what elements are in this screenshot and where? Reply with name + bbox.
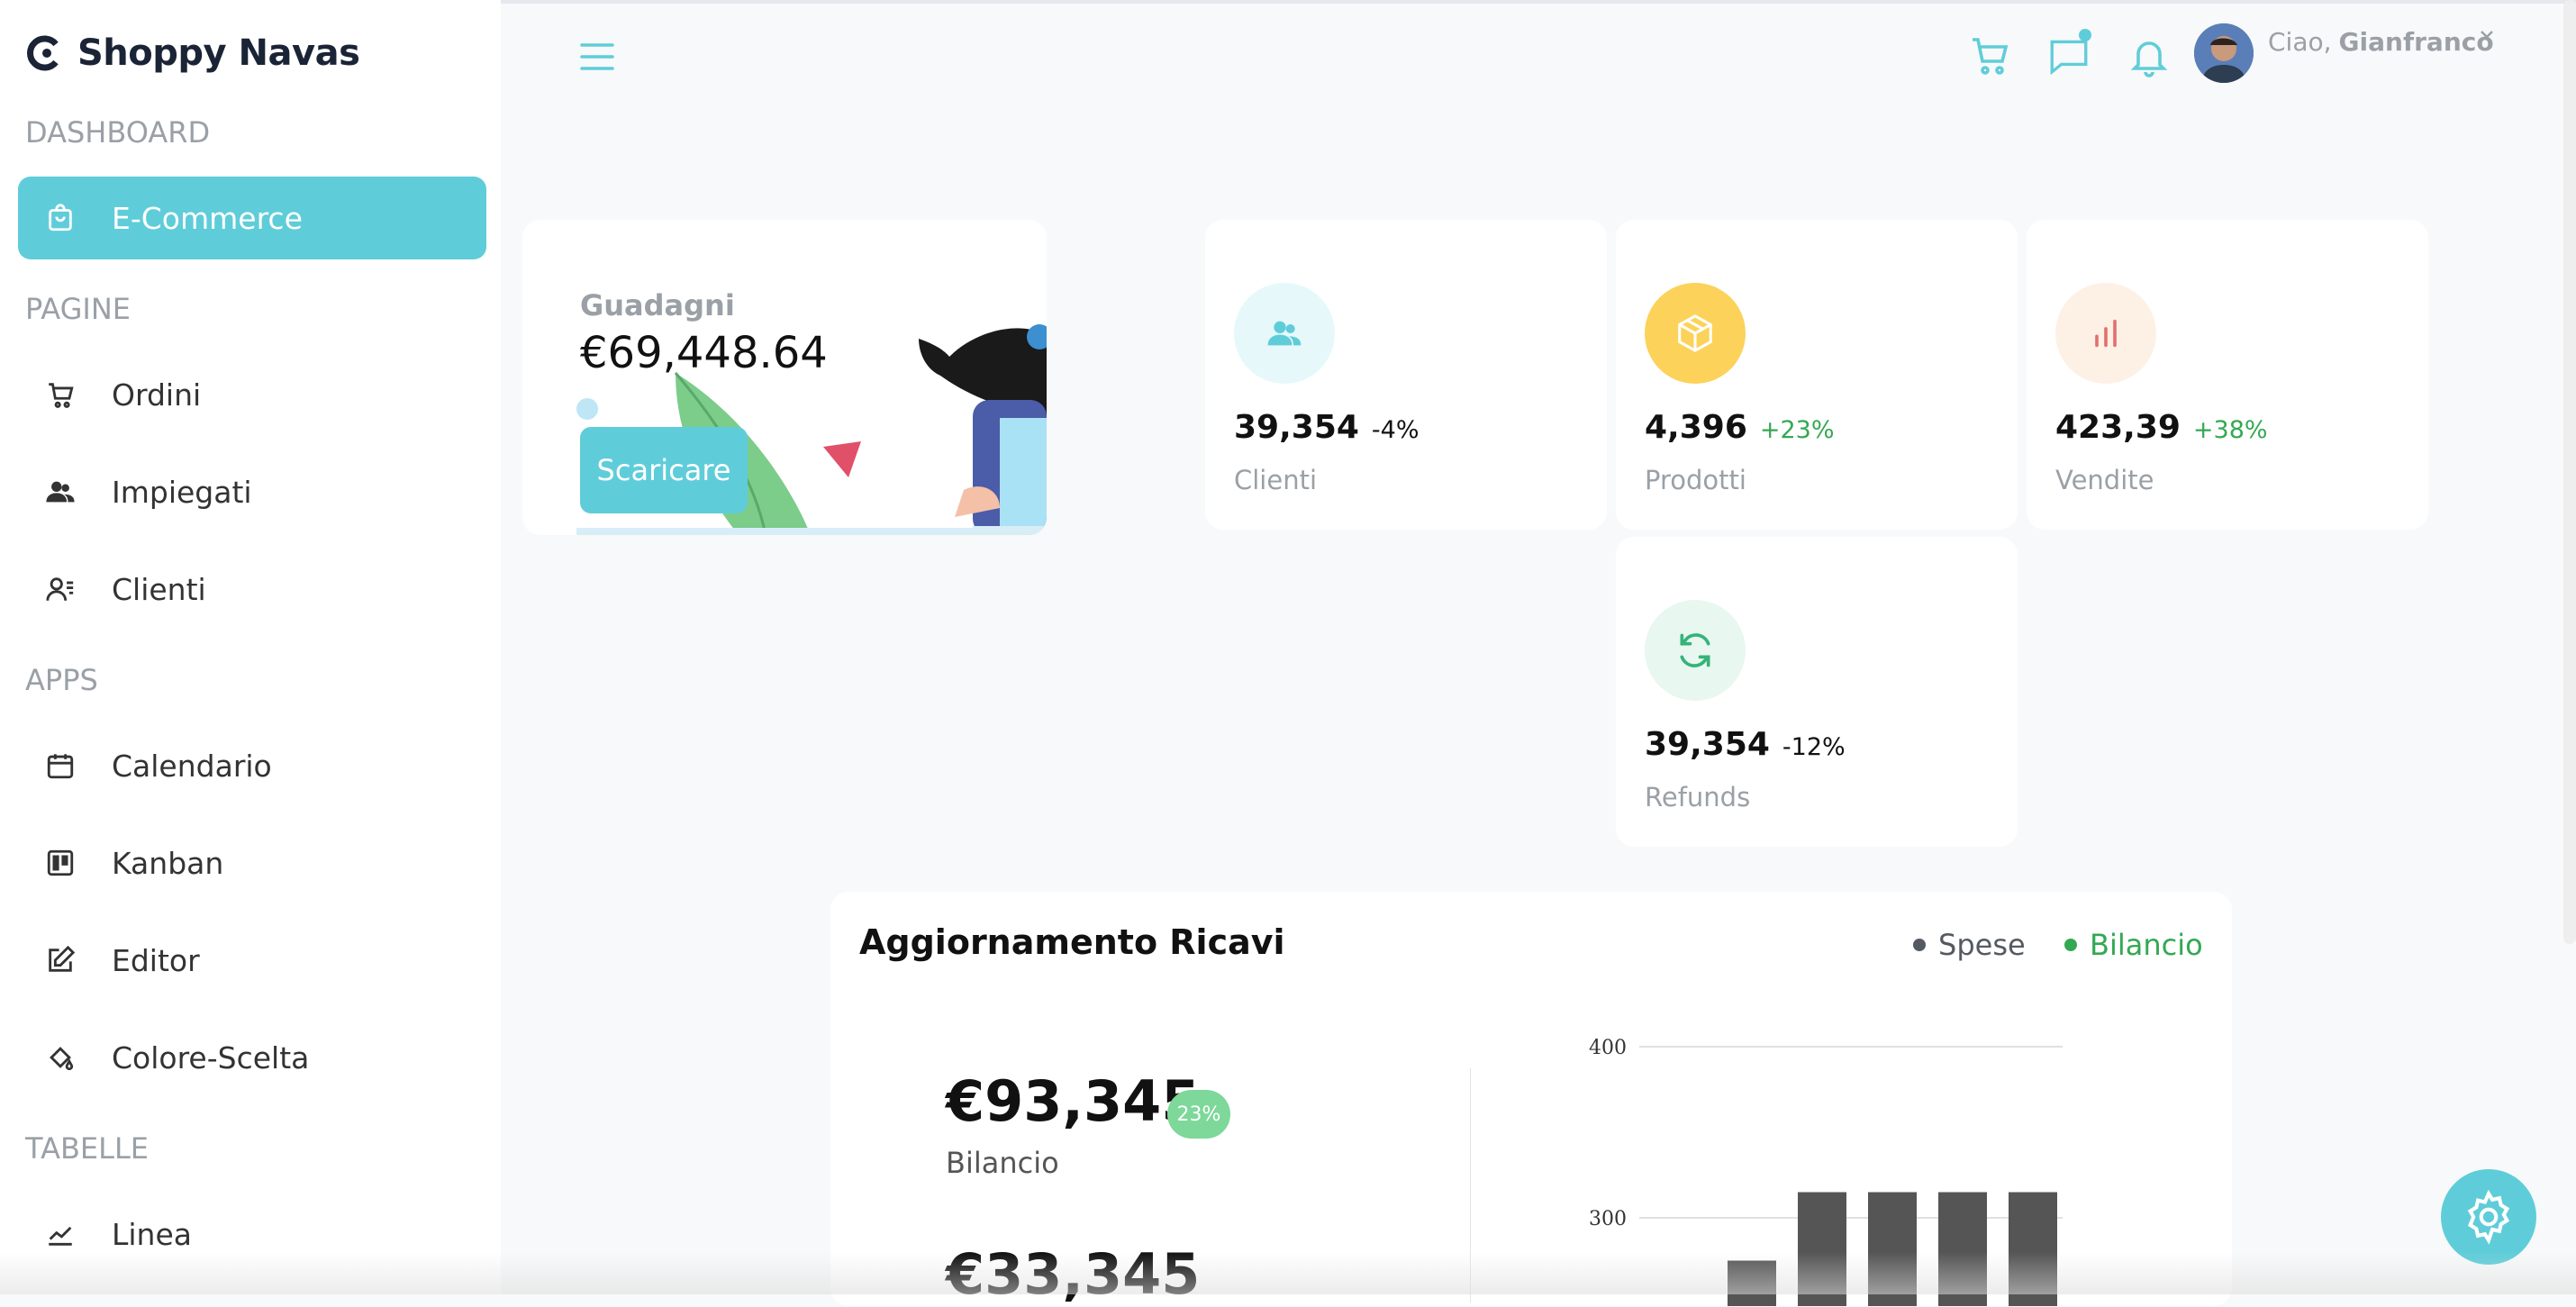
- budget-label: Bilancio: [946, 1146, 1059, 1180]
- sidebar-item-label: Linea: [112, 1216, 192, 1252]
- customers-icon: [46, 577, 74, 601]
- earnings-card: Guadagni €69,448.64 Scaricare: [522, 220, 1047, 535]
- stat-change: -12%: [1782, 733, 1846, 761]
- stat-value: 423,39 +38%: [2055, 409, 2268, 446]
- sidebar-item-label: E-Commerce: [112, 200, 303, 236]
- sidebar-item-label: Editor: [112, 942, 200, 978]
- menu-icon[interactable]: [580, 41, 614, 72]
- brand[interactable]: Shoppy Navas: [25, 32, 360, 74]
- stat-card-clienti: 39,354 -4% Clienti: [1205, 220, 1607, 530]
- sidebar-item-label: Kanban: [112, 845, 224, 881]
- sidebar-item-label: Impiegati: [112, 474, 252, 510]
- y-tick-300: 300: [1589, 1208, 1627, 1230]
- cart-icon[interactable]: [1969, 34, 2012, 77]
- revenue-title: Aggiornamento Ricavi: [859, 922, 1285, 962]
- edit-icon: [49, 945, 76, 972]
- sidebar-item-colore-scelta[interactable]: Colore-Scelta: [18, 1016, 486, 1099]
- legend-dot: [1913, 939, 1926, 951]
- stat-card-refunds: 39,354 -12% Refunds: [1616, 537, 2018, 847]
- kanban-icon: [47, 849, 74, 876]
- line-chart-icon: [49, 1226, 72, 1246]
- stat-label: Vendite: [2055, 465, 2154, 495]
- earnings-title: Guadagni: [580, 288, 735, 322]
- earnings-value: €69,448.64: [580, 328, 828, 378]
- stat-change: +38%: [2192, 416, 2268, 444]
- bottom-shadow: [0, 1252, 2576, 1294]
- shopping-bag-icon: [49, 204, 72, 231]
- stat-icon-circle[interactable]: [1234, 283, 1335, 384]
- budget-value: €93,345: [946, 1068, 1201, 1134]
- calendar-icon: [47, 754, 74, 779]
- sidebar-item-ordini[interactable]: Ordini: [18, 353, 486, 436]
- sidebar-item-impiegati[interactable]: Impiegati: [18, 450, 486, 533]
- stat-icon-circle[interactable]: [1645, 600, 1746, 701]
- box-icon: [1678, 314, 1712, 352]
- sidebar: Shoppy Navas DASHBOARD E-Commerce PAGINE…: [0, 0, 501, 1294]
- stat-label: Clienti: [1234, 465, 1318, 495]
- sidebar-item-label: Clienti: [112, 571, 206, 607]
- customers-icon: [1267, 321, 1302, 346]
- stat-change: +23%: [1759, 416, 1835, 444]
- legend-label: Spese: [1938, 928, 2026, 962]
- revenue-card: Aggiornamento Ricavi Spese Bilancio €93,…: [830, 892, 2232, 1307]
- notification-dot: [2079, 29, 2091, 41]
- stat-value: 39,354 -12%: [1645, 726, 1846, 763]
- sidebar-item-calendario[interactable]: Calendario: [18, 724, 486, 807]
- greeting-text: Ciao,: [2268, 27, 2332, 57]
- avatar-image: [2194, 23, 2254, 83]
- stat-card-vendite: 423,39 +38% Vendite: [2027, 220, 2428, 530]
- stat-icon-circle[interactable]: [2055, 283, 2156, 384]
- employees-icon: [46, 481, 75, 503]
- bell-icon[interactable]: [2127, 34, 2171, 77]
- section-dashboard: DASHBOARD: [25, 115, 211, 150]
- cart-icon: [49, 383, 74, 408]
- shoppy-logo-icon: [27, 35, 59, 71]
- section-apps: APPS: [25, 663, 98, 697]
- stat-icon-circle[interactable]: [1645, 283, 1746, 384]
- stat-value: 39,354 -4%: [1234, 409, 1420, 446]
- user-name: Gianfranco: [2338, 27, 2494, 57]
- legend-spese[interactable]: Spese: [1913, 928, 2026, 962]
- stat-value: 4,396 +23%: [1645, 409, 1835, 446]
- download-button[interactable]: Scaricare: [580, 427, 748, 513]
- bar-chart-icon: [2095, 319, 2117, 348]
- stat-label: Prodotti: [1645, 465, 1746, 495]
- user-greeting[interactable]: Ciao, Gianfranco: [2268, 27, 2494, 57]
- legend-label: Bilancio: [2090, 928, 2203, 962]
- chevron-down-icon[interactable]: [2479, 29, 2495, 41]
- stat-change: -4%: [1371, 416, 1420, 444]
- chat-button[interactable]: [2046, 29, 2091, 77]
- settings-button[interactable]: [2441, 1169, 2536, 1265]
- legend-dot: [2064, 939, 2077, 951]
- gear-icon: [2467, 1189, 2510, 1245]
- section-pagine: PAGINE: [25, 292, 131, 326]
- sidebar-item-label: Ordini: [112, 377, 202, 413]
- sidebar-item-editor[interactable]: Editor: [18, 919, 486, 1002]
- budget-badge: 23%: [1167, 1090, 1230, 1139]
- legend-bilancio[interactable]: Bilancio: [2064, 928, 2203, 962]
- y-tick-400: 400: [1589, 1037, 1627, 1059]
- color-picker-icon: [50, 1047, 74, 1071]
- stat-label: Refunds: [1645, 782, 1751, 812]
- refresh-icon: [1680, 633, 1710, 667]
- page-scrollbar[interactable]: [2563, 0, 2576, 944]
- sidebar-item-label: Colore-Scelta: [112, 1039, 310, 1076]
- sidebar-item-kanban[interactable]: Kanban: [18, 821, 486, 904]
- brand-name: Shoppy Navas: [77, 32, 360, 74]
- sidebar-item-label: Calendario: [112, 748, 272, 784]
- sidebar-item-ecommerce[interactable]: E-Commerce: [18, 177, 486, 259]
- avatar[interactable]: [2194, 23, 2254, 83]
- sidebar-item-clienti[interactable]: Clienti: [18, 548, 486, 631]
- section-tabelle: TABELLE: [25, 1131, 149, 1166]
- stat-card-prodotti: 4,396 +23% Prodotti: [1616, 220, 2018, 530]
